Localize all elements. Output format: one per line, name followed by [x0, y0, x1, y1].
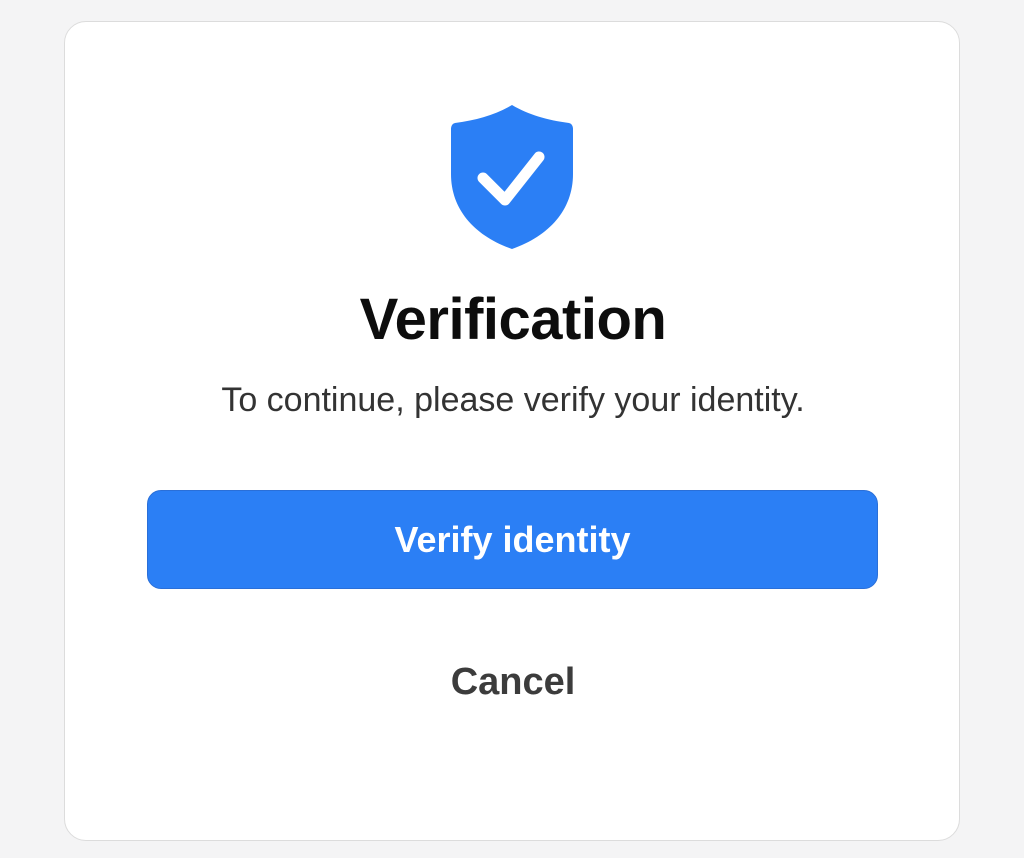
shield-check-icon	[449, 102, 575, 252]
verify-identity-button-label: Verify identity	[394, 518, 631, 560]
dialog-message: To continue, please verify your identity…	[221, 381, 805, 419]
cancel-button-label: Cancel	[450, 660, 576, 703]
dialog-title: Verification	[359, 287, 667, 352]
verification-dialog: Verification To continue, please verify …	[64, 21, 960, 841]
cancel-button[interactable]: Cancel	[413, 654, 613, 710]
verify-identity-button[interactable]: Verify identity	[147, 490, 878, 589]
